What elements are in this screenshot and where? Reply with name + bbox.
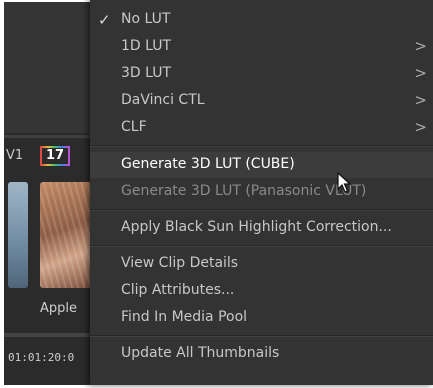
- app-window: V1 17 Apple 01:01:20:0 ✓ No LUT 1D LUT >…: [0, 0, 433, 388]
- menu-item-label: Generate 3D LUT (Panasonic VLUT): [121, 183, 367, 199]
- context-menu: ✓ No LUT 1D LUT > 3D LUT > DaVinci CTL >…: [90, 0, 433, 385]
- menu-item-davinci-ctl[interactable]: DaVinci CTL >: [90, 88, 433, 114]
- clip-count-badge: 17: [40, 146, 70, 166]
- menu-separator: [90, 209, 433, 211]
- menu-item-no-lut[interactable]: ✓ No LUT: [90, 7, 433, 33]
- checkmark-icon: ✓: [98, 11, 111, 29]
- menu-item-label: Apply Black Sun Highlight Correction...: [121, 219, 392, 235]
- timeline-scrollbar[interactable]: [4, 333, 92, 337]
- menu-item-label: Clip Attributes...: [121, 282, 235, 298]
- menu-separator: [90, 335, 433, 337]
- chevron-right-icon: >: [414, 91, 427, 109]
- menu-item-view-clip-details[interactable]: View Clip Details: [90, 251, 433, 277]
- menu-item-clf[interactable]: CLF >: [90, 115, 433, 141]
- menu-item-generate-3d-lut-cube[interactable]: Generate 3D LUT (CUBE): [90, 152, 433, 178]
- chevron-right-icon: >: [414, 118, 427, 136]
- menu-item-label: 3D LUT: [121, 65, 172, 81]
- timecode: 01:01:20:0: [8, 351, 75, 364]
- menu-item-3d-lut[interactable]: 3D LUT >: [90, 61, 433, 87]
- clip-thumbnail[interactable]: [8, 182, 28, 288]
- menu-item-label: Update All Thumbnails: [121, 345, 280, 361]
- menu-separator: [90, 145, 433, 147]
- menu-separator: [90, 245, 433, 247]
- chevron-right-icon: >: [414, 64, 427, 82]
- menu-item-label: No LUT: [121, 11, 171, 27]
- menu-item-label: DaVinci CTL: [121, 92, 205, 108]
- timeline-divider: [4, 135, 92, 138]
- menu-item-update-all-thumbnails[interactable]: Update All Thumbnails: [90, 341, 433, 367]
- menu-item-label: Generate 3D LUT (CUBE): [121, 156, 295, 172]
- timeline-header-area: [4, 2, 92, 133]
- menu-item-apply-black-sun[interactable]: Apply Black Sun Highlight Correction...: [90, 215, 433, 241]
- menu-item-clip-attributes[interactable]: Clip Attributes...: [90, 278, 433, 304]
- menu-item-find-in-media-pool[interactable]: Find In Media Pool: [90, 305, 433, 331]
- menu-item-label: 1D LUT: [121, 38, 172, 54]
- menu-item-label: View Clip Details: [121, 255, 239, 271]
- menu-item-1d-lut[interactable]: 1D LUT >: [90, 34, 433, 60]
- clip-name: Apple: [40, 301, 78, 316]
- menu-item-generate-3d-lut-panasonic[interactable]: Generate 3D LUT (Panasonic VLUT): [90, 179, 433, 205]
- menu-item-label: Find In Media Pool: [121, 309, 248, 325]
- menu-item-label: CLF: [121, 119, 147, 135]
- track-label: V1: [6, 148, 24, 163]
- chevron-right-icon: >: [414, 37, 427, 55]
- mouse-pointer-icon: [337, 172, 352, 193]
- clip-thumbnail[interactable]: [40, 182, 92, 288]
